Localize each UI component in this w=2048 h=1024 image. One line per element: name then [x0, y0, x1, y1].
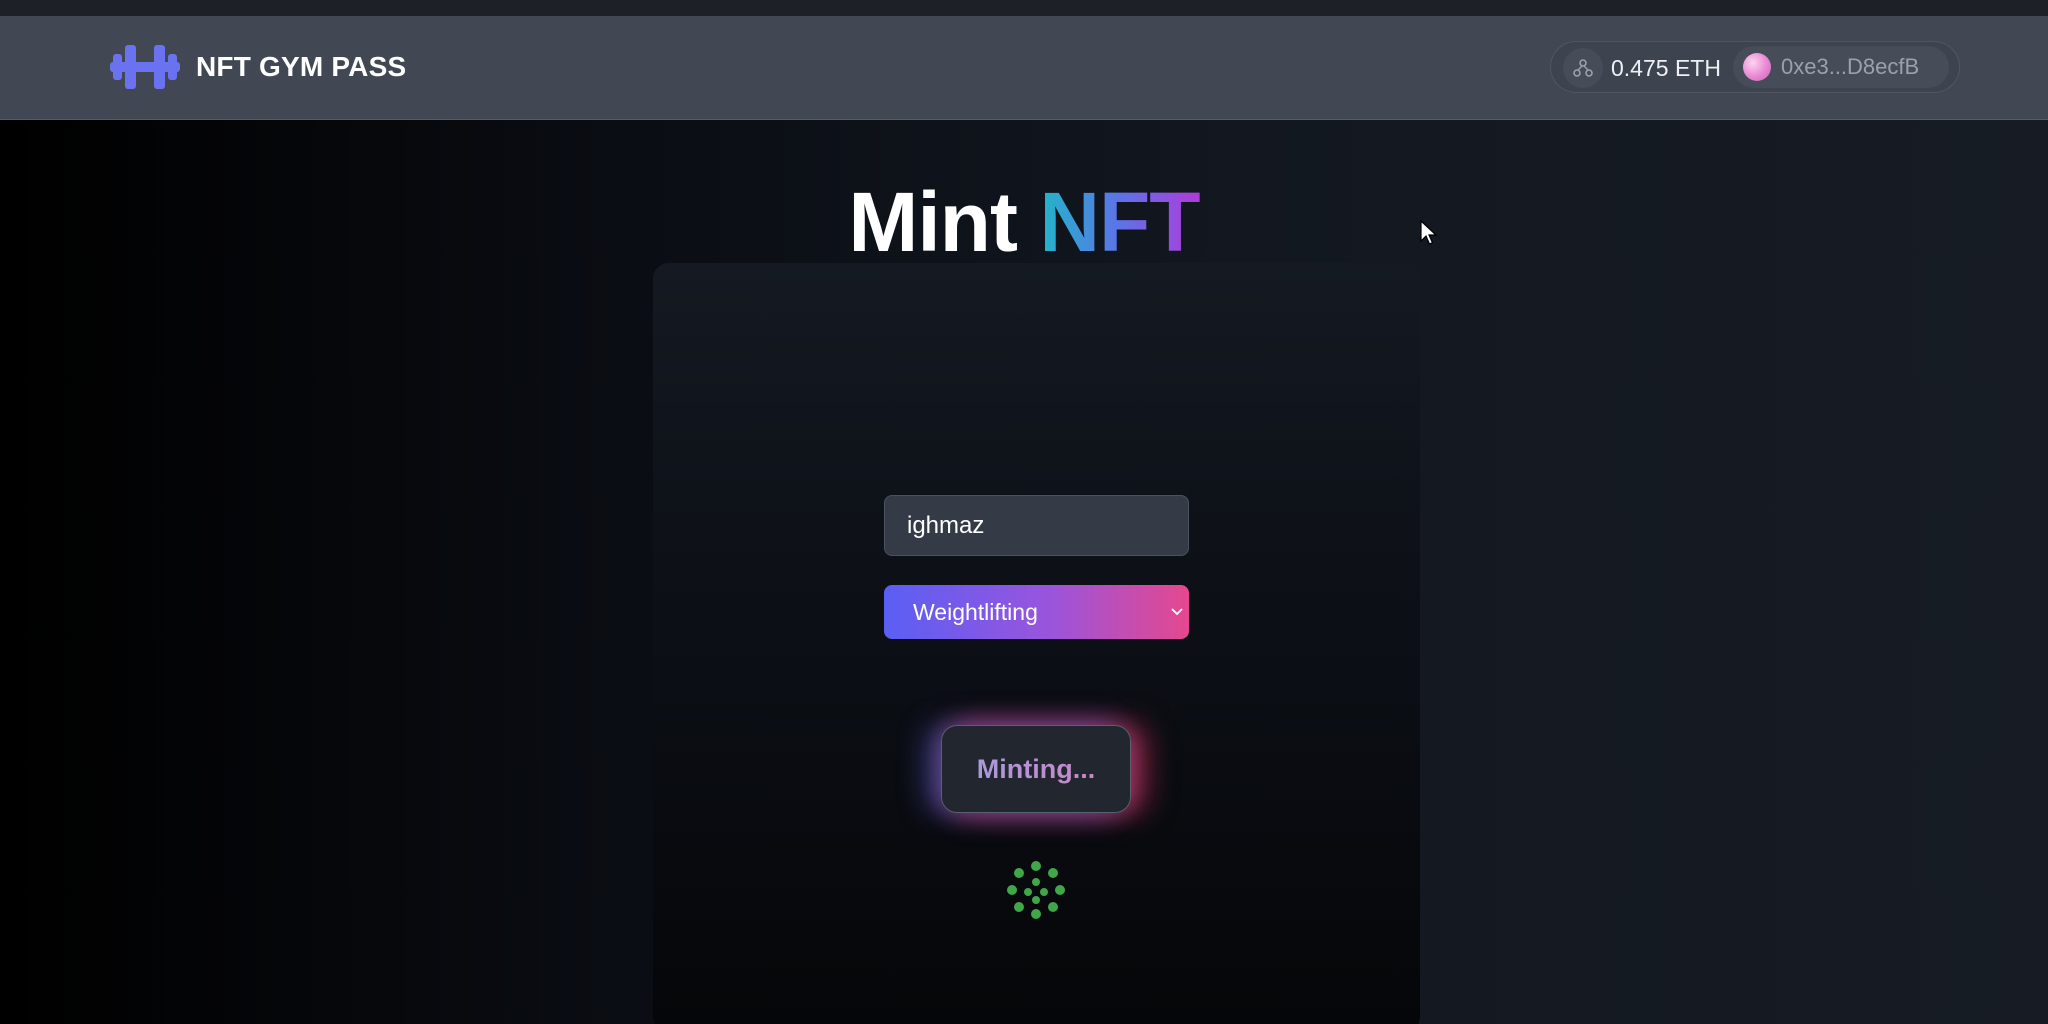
brand-name: NFT GYM PASS — [196, 51, 407, 82]
brand[interactable]: NFT GYM PASS — [110, 42, 406, 92]
mint-button[interactable]: Minting... — [941, 725, 1131, 813]
wallet-address: 0xe3...D8ecfB — [1781, 54, 1920, 79]
mouse-cursor-icon — [1420, 219, 1438, 253]
page-title: Mint NFT — [0, 174, 2048, 271]
name-input[interactable] — [884, 495, 1189, 556]
wallet-balance: 0.475 ETH — [1611, 55, 1721, 81]
page-title-accent: NFT — [1039, 175, 1200, 270]
mint-button-label: Minting... — [976, 753, 1096, 784]
network-icon[interactable] — [1563, 48, 1603, 88]
wallet-widget[interactable]: 0.475 ETH 0xe3...D8ecfB — [1550, 41, 1960, 93]
category-select[interactable]: Weightlifting — [884, 585, 1189, 639]
page-title-main: Mint — [848, 175, 1018, 270]
account-button[interactable]: 0xe3...D8ecfB — [1733, 46, 1949, 88]
navbar: NFT GYM PASS 0.475 ETH 0xe3...D8ecfB — [0, 16, 2048, 120]
chevron-down-icon — [1169, 605, 1185, 623]
app-window: NFT GYM PASS 0.475 ETH 0xe3...D8ecfB Min… — [0, 0, 2048, 1024]
loading-spinner-icon — [1006, 860, 1066, 920]
window-top-strip — [0, 0, 2048, 16]
avatar — [1743, 53, 1771, 81]
dumbbell-icon — [110, 42, 180, 92]
category-selected-value: Weightlifting — [913, 599, 1038, 625]
